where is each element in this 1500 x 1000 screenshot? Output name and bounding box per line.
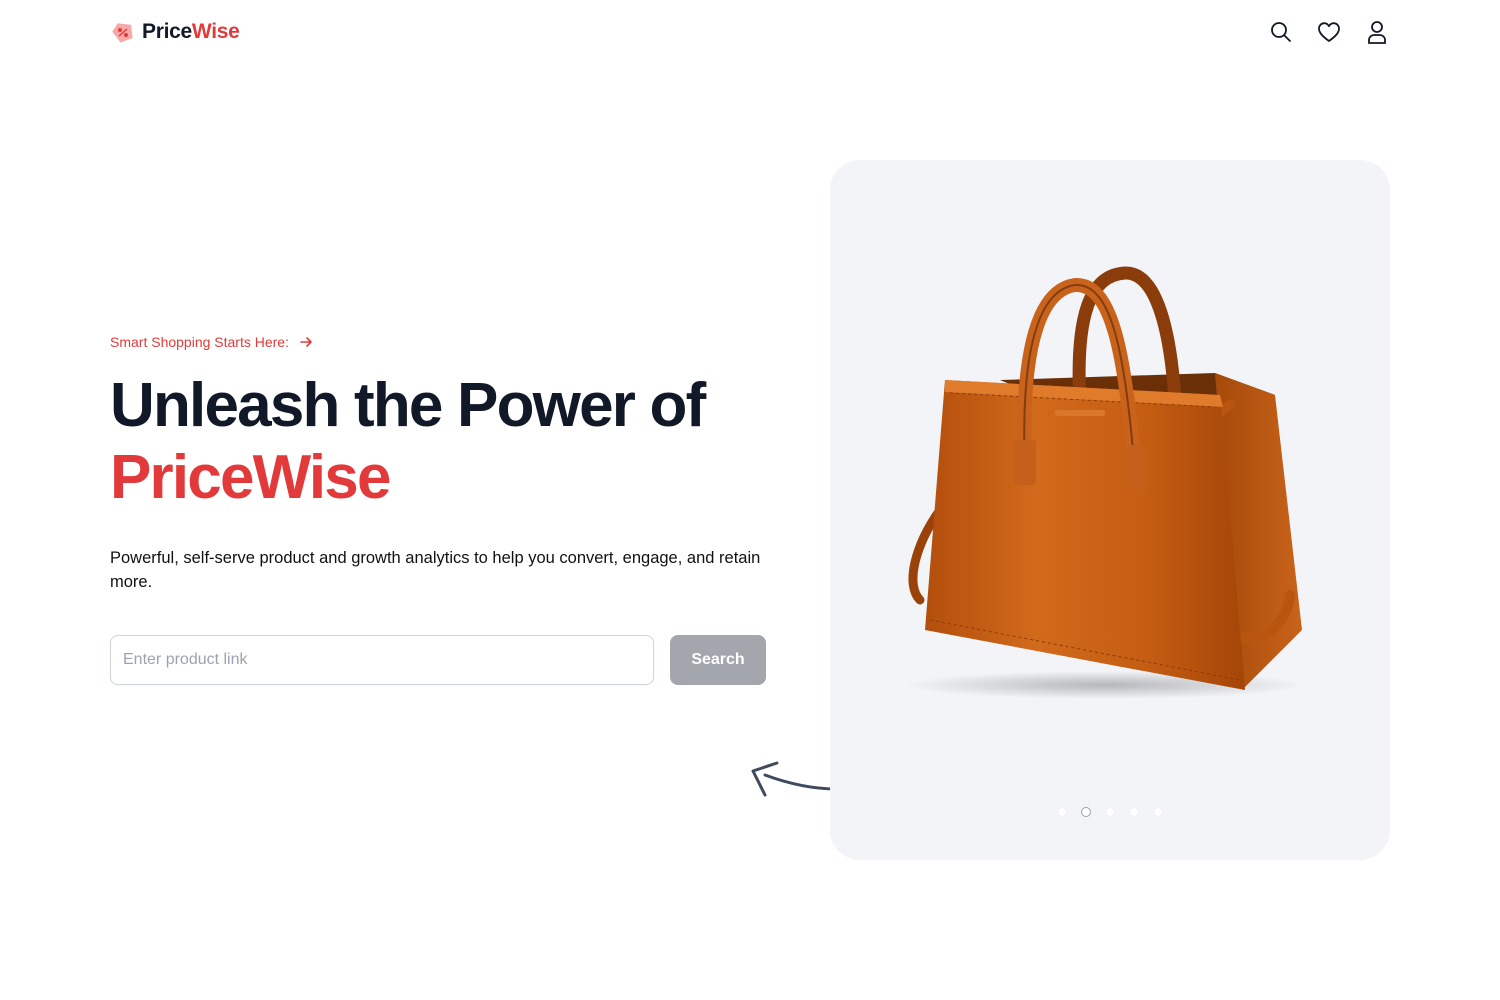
carousel-dot-4[interactable] (1130, 808, 1138, 816)
search-form: Search (110, 635, 766, 685)
carousel-dot-2[interactable] (1082, 808, 1090, 816)
handbag-image (905, 266, 1305, 699)
heart-icon[interactable] (1316, 19, 1342, 45)
logo-text-price: Price (142, 20, 192, 43)
carousel-dots (830, 808, 1390, 816)
carousel-dot-5[interactable] (1154, 808, 1162, 816)
top-navbar: PriceWise (110, 12, 1390, 52)
hero-headline: Unleash the Power of PriceWise (110, 370, 770, 514)
carousel-dot-1[interactable] (1058, 808, 1066, 816)
logo-text-wise: Wise (191, 20, 240, 43)
user-icon[interactable] (1364, 19, 1390, 45)
hero-section: Smart Shopping Starts Here: Unleash the … (110, 334, 770, 685)
carousel-dot-3[interactable] (1106, 808, 1114, 816)
headline-brand: PriceWise (110, 443, 391, 512)
product-carousel[interactable] (830, 160, 1390, 860)
search-icon[interactable] (1268, 19, 1294, 45)
headline-line1: Unleash the Power of (110, 371, 706, 440)
nav-icons (1268, 19, 1390, 45)
price-tag-icon (112, 23, 133, 43)
tagline-text: Smart Shopping Starts Here: (110, 334, 289, 350)
search-button[interactable]: Search (670, 635, 766, 685)
hero-description: Powerful, self-serve product and growth … (110, 549, 761, 591)
arrow-right-icon (300, 337, 312, 347)
logo-link[interactable]: PriceWise (110, 19, 240, 45)
tagline: Smart Shopping Starts Here: (110, 334, 770, 350)
product-link-input[interactable] (110, 635, 654, 685)
logo-text: PriceWise (142, 20, 240, 44)
